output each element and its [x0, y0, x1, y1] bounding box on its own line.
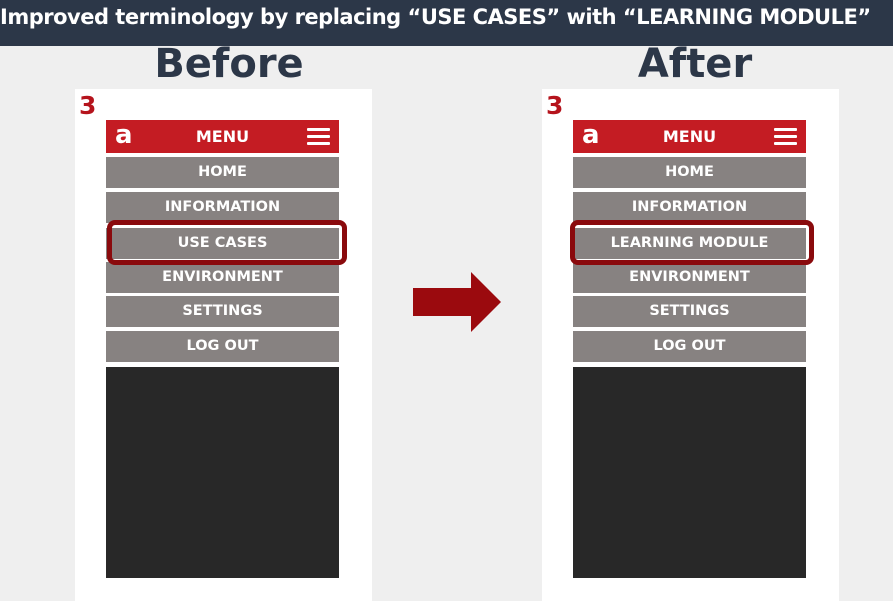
before-panel: 3 a MENU HOME INFORMATION USE CASES ENVI… [75, 89, 372, 601]
after-panel: 3 a MENU HOME INFORMATION LEARNING MODUL… [542, 89, 839, 601]
hamburger-icon[interactable] [774, 128, 797, 146]
content-area [573, 367, 806, 578]
highlight-box [107, 220, 347, 265]
phone-screen: a MENU HOME INFORMATION USE CASES ENVIRO… [106, 120, 339, 578]
hamburger-icon[interactable] [307, 128, 330, 146]
menu-item-information[interactable]: INFORMATION [106, 192, 339, 223]
step-number: 3 [546, 91, 564, 120]
before-heading: Before [154, 41, 304, 87]
highlight-box [570, 220, 814, 265]
menu-item-home[interactable]: HOME [106, 157, 339, 188]
menu-item-settings[interactable]: SETTINGS [573, 296, 806, 327]
menu-item-environment[interactable]: ENVIRONMENT [106, 262, 339, 293]
title-banner: Improved terminology by replacing “USE C… [0, 0, 893, 46]
step-number: 3 [79, 91, 97, 120]
menu-item-information[interactable]: INFORMATION [573, 192, 806, 223]
menu-header: a MENU [106, 120, 339, 153]
menu-item-log-out[interactable]: LOG OUT [106, 331, 339, 362]
menu-title: MENU [195, 127, 250, 146]
menu-item-environment[interactable]: ENVIRONMENT [573, 262, 806, 293]
right-arrow-icon [413, 272, 501, 332]
menu-item-log-out[interactable]: LOG OUT [573, 331, 806, 362]
after-heading: After [637, 41, 753, 87]
content-area [106, 367, 339, 578]
phone-screen: a MENU HOME INFORMATION LEARNING MODULE … [573, 120, 806, 578]
menu-item-settings[interactable]: SETTINGS [106, 296, 339, 327]
menu-item-home[interactable]: HOME [573, 157, 806, 188]
menu-title: MENU [662, 127, 717, 146]
menu-header: a MENU [573, 120, 806, 153]
banner-title: Improved terminology by replacing “USE C… [0, 5, 871, 29]
